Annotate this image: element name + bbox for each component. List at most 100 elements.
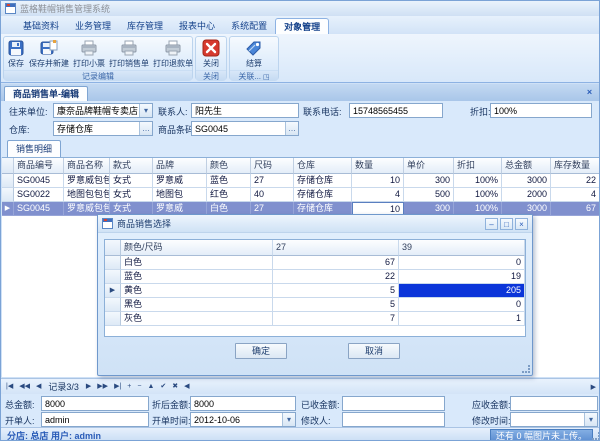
nav-prev-page-button[interactable]: ◀◀ [16,380,33,394]
col-header[interactable]: 颜色 [207,158,251,174]
printer-icon [80,39,98,57]
created-date-select[interactable]: ▾ [190,412,296,427]
close-button[interactable]: 关闭 [200,38,222,70]
customer-select[interactable]: ▾ [53,103,153,118]
discounted-amount-input[interactable] [190,396,296,411]
save-and-new-button[interactable]: 保存并新建 [27,38,71,70]
barcode-input[interactable]: … [191,121,299,136]
contact-input[interactable] [191,103,299,118]
col-header[interactable]: 款式 [110,158,153,174]
ellipsis-button-icon[interactable]: … [285,122,298,135]
print-ticket-button[interactable]: 打印小票 [71,38,107,70]
nav-prev-button[interactable]: ◀ [33,380,44,394]
col-header[interactable]: 折扣 [454,158,502,174]
form-panel: 往来单位: ▾ 联系人: 联系电话: 折扣: 仓库: … [1,101,600,157]
minimize-icon[interactable]: – [485,218,498,230]
matrix-row[interactable]: 黑色 5 0 [105,298,525,312]
row-header[interactable] [105,298,121,312]
cancel-button[interactable]: 取消 [348,343,400,359]
chevron-down-icon[interactable]: ▾ [584,413,597,426]
maximize-icon[interactable]: □ [500,218,513,230]
status-upload-info: 还有 0 幅图片未上传。 [490,429,593,441]
settle-button[interactable]: 结算 [243,38,265,70]
nav-next-button[interactable]: ▶ [83,380,94,394]
created-by-input[interactable] [41,412,149,427]
row-header[interactable] [2,174,14,188]
field-receivable-amount: 应收金额: [472,397,511,412]
tab-inventory[interactable]: 库存管理 [119,18,171,34]
nav-edit-button[interactable]: ▲ [144,380,157,394]
col-header[interactable]: 品牌 [153,158,207,174]
tab-basic-data[interactable]: 基础资料 [15,18,67,34]
col-header[interactable]: 仓库 [294,158,352,174]
warehouse-input[interactable]: … [53,121,153,136]
row-indicator-icon[interactable]: ▶ [2,202,14,216]
col-header[interactable]: 颜色/尺码 [121,240,273,256]
row-header[interactable] [105,256,121,270]
color-size-matrix: 颜色/尺码 27 39 白色 67 0 蓝色 22 19 ▶ 黄色 5 205 [104,239,526,337]
resize-grip[interactable] [521,364,530,373]
printer-icon [164,39,182,57]
col-header[interactable]: 数量 [352,158,404,174]
matrix-row[interactable]: 蓝色 22 19 [105,270,525,284]
col-header[interactable]: 库存数量 [551,158,600,174]
row-header[interactable] [105,270,121,284]
nav-post-button[interactable]: ✔ [157,380,169,394]
resize-grip[interactable] [591,431,600,440]
tab-sale-detail[interactable]: 销售明细 [7,140,61,157]
dialog-title: 商品销售选择 [117,217,171,230]
scroll-right-arrow-icon[interactable]: ▶ [588,383,599,391]
matrix-row[interactable]: 灰色 7 1 [105,312,525,326]
col-header[interactable]: 27 [273,240,399,256]
nav-cancel-button[interactable]: ✖ [169,380,181,394]
tab-system-config[interactable]: 系统配置 [223,18,275,34]
field-discount: 折扣: [470,104,491,119]
ok-button[interactable]: 确定 [235,343,287,359]
row-header[interactable] [105,312,121,326]
col-header[interactable]: 商品编号 [14,158,64,174]
col-header[interactable]: 商品名称 [64,158,110,174]
table-row[interactable]: SG0045 罗意威包包 女式 罗意威 蓝色 27 存储仓库 10 300 10… [2,174,600,188]
nav-append-button[interactable]: + [124,380,134,394]
save-button[interactable]: 保存 [5,38,27,70]
col-header[interactable]: 单价 [404,158,454,174]
scroll-left-arrow-icon[interactable]: ◀ [181,380,192,394]
table-row[interactable]: SG0022 地图包包包 女式 地图包 红色 40 存储仓库 4 500 100… [2,188,600,202]
chevron-down-icon[interactable]: ▾ [282,413,295,426]
nav-last-button[interactable]: ▶| [111,380,124,394]
app-icon [5,3,16,14]
close-icon[interactable]: × [515,218,528,230]
matrix-row-selected[interactable]: ▶ 黄色 5 205 [105,284,525,298]
modified-date-select[interactable]: ▾ [510,412,598,427]
col-header[interactable]: 总金额 [502,158,551,174]
col-header[interactable]: 尺码 [251,158,294,174]
row-header[interactable] [2,188,14,202]
print-refund-button[interactable]: 打印退款单 [151,38,195,70]
print-sale-button[interactable]: 打印销售单 [107,38,151,70]
discount-input[interactable] [490,103,592,118]
nav-first-button[interactable]: |◀ [3,380,16,394]
selected-cell[interactable]: 205 [399,284,525,298]
status-bar: 分店: 总店 用户: admin 还有 0 幅图片未上传。 [1,427,600,441]
row-indicator-icon[interactable]: ▶ [105,284,121,298]
nav-delete-button[interactable]: − [134,380,144,394]
total-amount-input[interactable] [41,396,149,411]
col-header[interactable]: 39 [399,240,525,256]
dialog-title-bar: 商品销售选择 – □ × [98,215,532,233]
record-count-label: 记录3/3 [48,380,79,393]
receivable-amount-input[interactable] [510,396,598,411]
ellipsis-button-icon[interactable]: … [139,122,152,135]
tab-business[interactable]: 业务管理 [67,18,119,34]
nav-next-page-button[interactable]: ▶▶ [94,380,111,394]
document-close-icon[interactable]: × [584,87,595,98]
received-amount-input[interactable] [342,396,445,411]
chevron-down-icon[interactable]: ▾ [139,104,152,117]
title-bar: 蓝格鞋帽销售管理系统 [1,1,600,16]
matrix-row[interactable]: 白色 67 0 [105,256,525,270]
group-expander-icon[interactable]: ◳ [263,74,270,81]
modified-by-input[interactable] [342,412,445,427]
tab-object-management[interactable]: 对象管理 [275,18,329,34]
tab-reports[interactable]: 报表中心 [171,18,223,34]
document-tab-sale-edit[interactable]: 商品销售单-编辑 [4,86,88,101]
phone-input[interactable] [349,103,443,118]
